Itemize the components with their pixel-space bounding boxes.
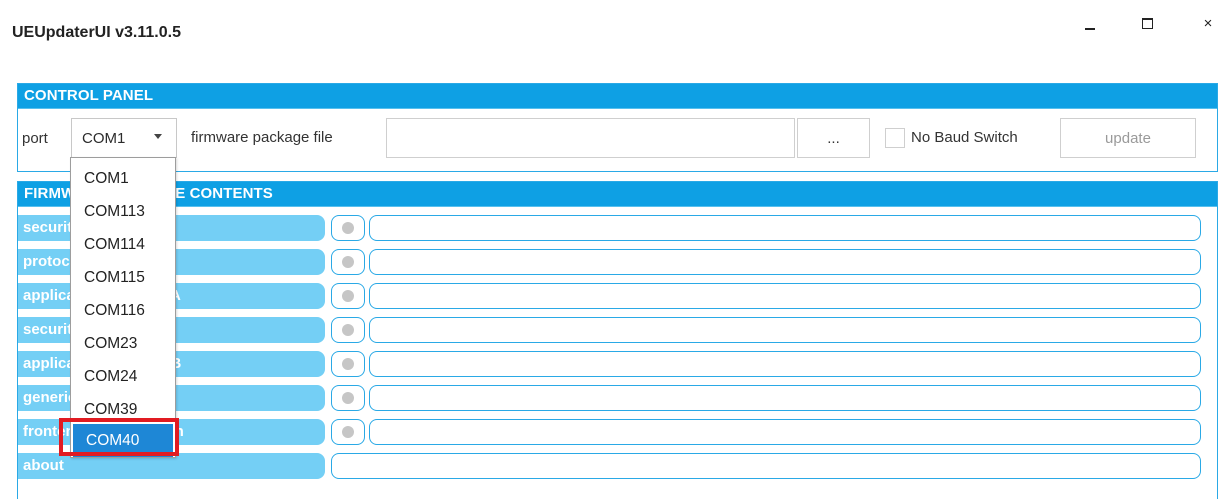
port-option[interactable]: COM24 <box>71 360 175 393</box>
row-value-field[interactable] <box>369 385 1201 411</box>
minimize-icon <box>1085 28 1095 30</box>
close-button[interactable]: × <box>1195 10 1221 36</box>
row-value-field[interactable] <box>369 317 1201 343</box>
minimize-button[interactable] <box>1077 10 1103 36</box>
maximize-button[interactable] <box>1134 10 1160 36</box>
control-panel: CONTROL PANEL port COM1 firmware package… <box>17 83 1218 172</box>
firmware-file-input[interactable] <box>386 118 795 158</box>
app-window: UEUpdaterUI v3.11.0.5 × CONTROL PANEL po… <box>0 0 1225 499</box>
status-dot-icon <box>342 392 354 404</box>
port-option[interactable]: COM114 <box>71 228 175 261</box>
window-title: UEUpdaterUI v3.11.0.5 <box>12 24 181 41</box>
row-status <box>331 419 365 445</box>
row-value-field[interactable] <box>369 351 1201 377</box>
close-icon: × <box>1203 14 1213 32</box>
port-option[interactable]: COM39 <box>71 393 175 426</box>
row-value-field[interactable] <box>369 419 1201 445</box>
control-row: port COM1 firmware package file ... No B… <box>18 118 1217 158</box>
status-dot-icon <box>342 290 354 302</box>
about-field <box>331 453 1201 479</box>
row-value-field[interactable] <box>369 215 1201 241</box>
control-panel-header: CONTROL PANEL <box>18 84 1217 109</box>
port-option-selected[interactable]: COM40 <box>73 424 173 457</box>
no-baud-switch-checkbox[interactable] <box>885 128 905 148</box>
port-option[interactable]: COM23 <box>71 327 175 360</box>
port-dropdown-list: COM1 COM113 COM114 COM115 COM116 COM23 C… <box>70 157 176 458</box>
port-select[interactable]: COM1 <box>71 118 177 158</box>
row-status <box>331 385 365 411</box>
row-status <box>331 351 365 377</box>
port-option[interactable]: COM116 <box>71 294 175 327</box>
content-row: application package A <box>18 281 1217 311</box>
content-row: application package B <box>18 349 1217 379</box>
port-label: port <box>22 130 48 147</box>
status-dot-icon <box>342 426 354 438</box>
content-row: protocol package A <box>18 247 1217 277</box>
port-select-value: COM1 <box>82 130 126 147</box>
no-baud-switch-label: No Baud Switch <box>911 129 1018 146</box>
row-value-field[interactable] <box>369 249 1201 275</box>
port-option[interactable]: COM113 <box>71 195 175 228</box>
firmware-contents-panel: FIRMWARE PACKAGE CONTENTS security packa… <box>17 181 1218 499</box>
about-row: about <box>18 451 1217 481</box>
update-button[interactable]: update <box>1060 118 1196 158</box>
content-row: security package B <box>18 315 1217 345</box>
row-status <box>331 283 365 309</box>
port-option[interactable]: COM115 <box>71 261 175 294</box>
content-row: frontend configuration <box>18 417 1217 447</box>
firmware-contents-header: FIRMWARE PACKAGE CONTENTS <box>18 182 1217 207</box>
status-dot-icon <box>342 222 354 234</box>
row-status <box>331 249 365 275</box>
row-status <box>331 317 365 343</box>
maximize-icon <box>1141 17 1153 29</box>
content-row: generic configuration <box>18 383 1217 413</box>
row-value-field[interactable] <box>369 283 1201 309</box>
browse-button[interactable]: ... <box>797 118 870 158</box>
status-dot-icon <box>342 256 354 268</box>
port-option[interactable]: COM1 <box>71 162 175 195</box>
content-row: security package A <box>18 213 1217 243</box>
row-status <box>331 215 365 241</box>
firmware-file-label: firmware package file <box>191 129 333 146</box>
chevron-down-icon <box>154 134 162 139</box>
status-dot-icon <box>342 324 354 336</box>
status-dot-icon <box>342 358 354 370</box>
